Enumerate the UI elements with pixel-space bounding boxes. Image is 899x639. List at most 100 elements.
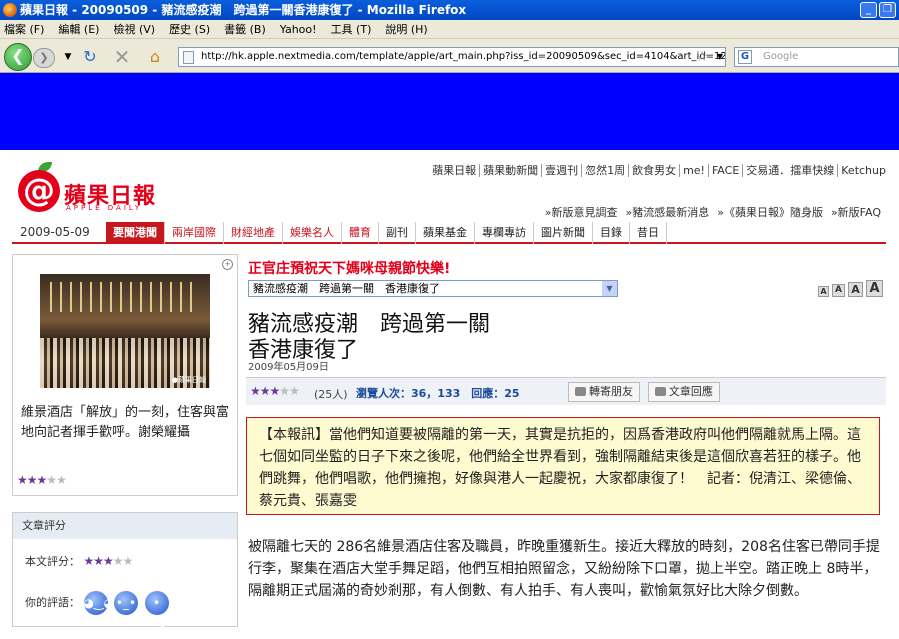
star-empty-icon: ★: [112, 554, 124, 568]
zoom-icon[interactable]: +: [222, 259, 233, 270]
article-reply-label: 文章回應: [668, 385, 713, 398]
issue-date: 2009-05-09: [20, 225, 90, 239]
vote-count: (25人): [314, 388, 348, 401]
font-size-xs-button[interactable]: A: [818, 286, 829, 297]
section-tab[interactable]: 蘋果基金: [416, 222, 475, 244]
photo-box: + ●蘋果日報 維景酒店「解放」的一刻，住客與富地向記者揮手歡呼。謝榮耀攝 ★ ★…: [12, 254, 238, 496]
font-size-m-button[interactable]: A: [848, 282, 863, 297]
search-input[interactable]: G Google: [734, 47, 899, 67]
menu-item[interactable]: 編輯 (E): [58, 23, 99, 36]
article-photo[interactable]: ●蘋果日報: [40, 274, 210, 388]
forward-friend-button[interactable]: 轉寄朋友: [568, 382, 640, 402]
top-link[interactable]: me!: [680, 164, 709, 177]
promo-headline[interactable]: 正官庄預祝天下媽咪母親節快樂!: [248, 258, 450, 278]
top-link[interactable]: 忽然1周: [582, 164, 630, 177]
sub-link[interactable]: »豬流感最新消息: [625, 206, 709, 219]
section-tab[interactable]: 娛樂名人: [283, 222, 342, 244]
sub-links: »新版意見調查 »豬流感最新消息 »《蘋果日報》隨身版 »新版FAQ: [537, 204, 881, 220]
photo-rating-stars[interactable]: ★★★★★: [17, 473, 67, 487]
section-tab[interactable]: 兩岸國際: [165, 222, 224, 244]
section-tab[interactable]: 體育: [342, 222, 379, 244]
star-filled-icon: ★: [17, 473, 28, 487]
your-rating-row: 你的評語： ◕‿◕ •_• •︵•: [25, 591, 172, 634]
forward-friend-label: 轉寄朋友: [589, 385, 633, 398]
menu-item[interactable]: 歷史 (S): [169, 23, 210, 36]
article-summary: 【本報訊】當他們知道要被隔離的第一天，其實是抗拒的，因爲香港政府叫他們隔離就馬上…: [246, 417, 880, 515]
top-link[interactable]: 飲食男女: [629, 164, 681, 177]
article-body: 被隔離七天的 286名維景酒店住客及職員，昨晚重獲新生。接近大釋放的時刻，208…: [248, 539, 880, 599]
logo-subtitle: APPLE DAILY: [66, 204, 143, 212]
menu-item[interactable]: 書籤 (B): [224, 23, 266, 36]
window-title: 蘋果日報 - 20090509 - 豬流感疫潮 跨過第一關香港康復了 - Moz…: [20, 3, 467, 17]
section-tab[interactable]: 要聞港聞: [106, 222, 165, 244]
stop-icon[interactable]: ✕: [112, 47, 132, 67]
firefox-icon: [3, 3, 17, 17]
rating-header: 文章評分: [13, 513, 237, 539]
font-size-s-button[interactable]: A: [832, 284, 845, 297]
reload-icon[interactable]: ↻: [80, 47, 100, 67]
top-link[interactable]: FACE: [708, 164, 744, 177]
section-tab[interactable]: 昔日: [630, 222, 667, 244]
star-empty-icon: ★: [289, 384, 300, 398]
star-empty-icon: ★: [56, 473, 67, 487]
section-tabs: 要聞港聞 兩岸國際 財經地產 娛樂名人 體育 副刊 蘋果基金 專欄專訪 圖片新聞 目錄 昔日: [106, 222, 667, 244]
star-filled-icon: ★: [269, 384, 281, 398]
rating-box: 文章評分 本文評分： ★★★★★ 你的評語： ◕‿◕ •_• •︵•: [12, 512, 238, 634]
menu-item[interactable]: 說明 (H): [385, 23, 427, 36]
photo-lights: [50, 282, 200, 312]
sub-link[interactable]: »新版意見調查: [545, 206, 618, 219]
sub-link[interactable]: »《蘋果日報》隨身版: [717, 206, 823, 219]
menu-item[interactable]: 檔案 (F): [4, 23, 44, 36]
font-size-controls: AAAA: [818, 280, 886, 297]
article-select[interactable]: 豬流感疫潮 跨過第一關 香港康復了 ▼: [248, 280, 618, 297]
article-meta-stars[interactable]: ★★★★★: [250, 384, 300, 398]
menu-item[interactable]: Yahoo!: [280, 23, 317, 36]
section-tab[interactable]: 專欄專訪: [475, 222, 534, 244]
search-placeholder: Google: [763, 51, 799, 62]
smiley-happy-icon[interactable]: ◕‿◕: [83, 591, 114, 615]
forward-button[interactable]: ❯: [33, 48, 55, 68]
photo-caption: 維景酒店「解放」的一刻，住客與富地向記者揮手歡呼。謝榮耀攝: [21, 405, 230, 440]
restore-button[interactable]: ❐: [879, 2, 896, 18]
article-rating-stars: ★★★★★: [84, 554, 134, 568]
mail-icon: [575, 387, 586, 396]
smiley-sad-icon[interactable]: •︵•: [144, 591, 169, 634]
menu-item[interactable]: 工具 (T): [331, 23, 372, 36]
window-titlebar: 蘋果日報 - 20090509 - 豬流感疫潮 跨過第一關香港康復了 - Moz…: [0, 0, 899, 20]
article-rating-row: 本文評分： ★★★★★: [25, 553, 134, 569]
minimize-button[interactable]: _: [860, 2, 877, 18]
section-tab[interactable]: 目錄: [593, 222, 630, 244]
bookmark-star-icon[interactable]: ☆: [692, 47, 712, 67]
history-dropdown-icon[interactable]: ▼: [58, 47, 78, 67]
smiley-neutral-icon[interactable]: •_•: [114, 591, 138, 615]
section-bar: 2009-05-09 要聞港聞 兩岸國際 財經地產 娛樂名人 體育 副刊 蘋果基金 專欄專訪圖…: [12, 222, 886, 244]
top-link[interactable]: 壹週刊: [542, 164, 583, 177]
star-filled-icon: ★: [259, 384, 271, 398]
url-dropdown-icon[interactable]: ▼: [710, 47, 730, 67]
url-text: http://hk.apple.nextmedia.com/template/a…: [201, 51, 726, 62]
top-link[interactable]: Ketchup: [838, 164, 889, 177]
banner-ad[interactable]: [0, 73, 899, 150]
top-links: 蘋果日報 蘋果動新聞 壹週刊 忽然1周 飲食男女 me! FACE 交易通．擂車快線 Ketch…: [429, 162, 889, 178]
section-tab[interactable]: 副刊: [379, 222, 416, 244]
menu-item[interactable]: 檢視 (V): [113, 23, 155, 36]
address-bar[interactable]: http://hk.apple.nextmedia.com/template/a…: [178, 47, 726, 67]
google-icon: G: [738, 50, 752, 64]
home-icon[interactable]: ⌂: [145, 47, 165, 67]
back-button[interactable]: ❮: [4, 43, 32, 71]
chevron-down-icon[interactable]: ▼: [602, 281, 617, 296]
top-link[interactable]: 蘋果動新聞: [480, 164, 543, 177]
navigation-toolbar: ❮ ❯ ▼ ↻ ✕ ⌂ http://hk.apple.nextmedia.co…: [0, 39, 899, 73]
star-filled-icon: ★: [250, 384, 261, 398]
top-link[interactable]: 交易通．擂車快線: [743, 164, 839, 177]
sub-link[interactable]: »新版FAQ: [831, 206, 881, 219]
top-link[interactable]: 蘋果日報: [429, 164, 481, 177]
logo-at-icon: @: [18, 170, 60, 212]
view-stats: 瀏覽人次：36，133 回應：25: [356, 387, 520, 400]
article-reply-button[interactable]: 文章回應: [647, 382, 720, 402]
font-size-l-button[interactable]: A: [866, 280, 883, 297]
section-tab[interactable]: 圖片新聞: [534, 222, 593, 244]
star-filled-icon: ★: [103, 554, 114, 568]
site-logo[interactable]: @ 蘋果日報 APPLE DAILY: [18, 162, 178, 214]
section-tab[interactable]: 財經地產: [224, 222, 283, 244]
